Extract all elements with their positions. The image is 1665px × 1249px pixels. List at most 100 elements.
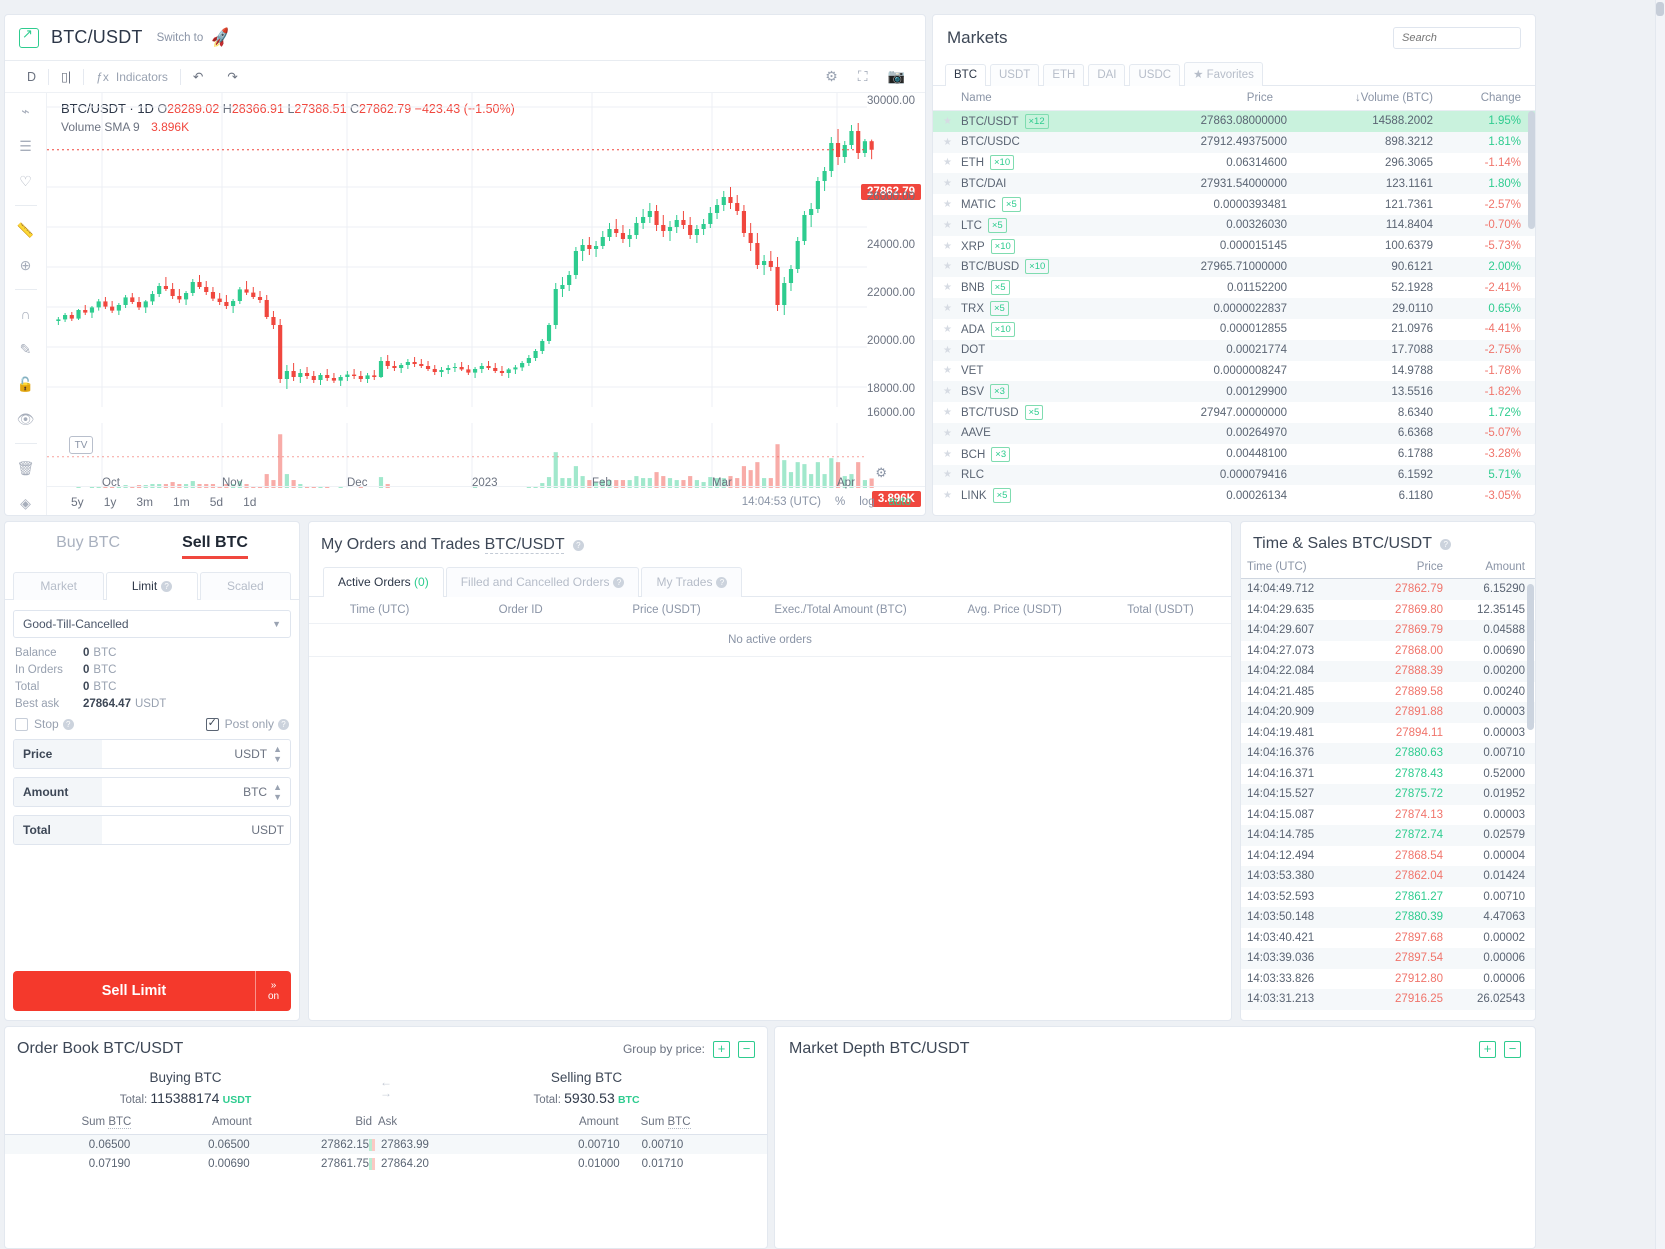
chart-settings-gear-icon[interactable]: ⚙ [875,465,887,481]
favorite-star-icon[interactable]: ★ [943,261,957,272]
eye-off-icon[interactable]: 👁 [14,407,38,431]
column-change[interactable]: Change [1439,92,1521,104]
camera-icon[interactable]: 📷 [888,68,905,85]
sliders-icon[interactable]: ☰ [14,134,38,158]
market-row[interactable]: ★ ETH ×10 0.06314600 296.3065 -1.14% [933,153,1535,174]
scrollbar-thumb[interactable] [1656,2,1664,16]
stop-help-icon[interactable]: ? [62,718,74,730]
amount-field[interactable]: Amount BTC ▲ ▼ [13,777,291,807]
favorite-star-icon[interactable]: ★ [943,345,957,356]
market-row[interactable]: ★ BSV ×3 0.00129900 13.5516 -1.82% [933,381,1535,403]
market-row[interactable]: ★ BCH ×3 0.00448100 6.1788 -3.28% [933,444,1535,465]
price-field[interactable]: Price USDT ▲ ▼ [13,739,291,769]
range-1y[interactable]: 1y [94,495,127,509]
indicators-button[interactable]: ƒx Indicators [84,70,180,84]
market-row[interactable]: ★ BTC/DAI 27931.54000000 123.1161 1.80% [933,173,1535,195]
market-row[interactable]: ★ LINK ×5 0.00026134 6.1180 -3.05% [933,485,1535,503]
markets-tab-eth[interactable]: ETH [1043,64,1085,86]
unlock-icon[interactable]: 🔓 [14,372,38,396]
submit-toggle[interactable]: » on [255,971,291,1011]
plus-icon[interactable]: + [1479,1040,1496,1058]
market-row[interactable]: ★ ADA ×10 0.000012855 21.0976 -4.41% [933,319,1535,340]
column-name[interactable]: Name [943,92,1123,104]
market-row[interactable]: ★ XRP ×10 0.000015145 100.6379 -5.73% [933,236,1535,257]
favorite-star-icon[interactable]: ★ [943,490,957,501]
heart-icon[interactable]: ♡ [14,169,38,193]
order-type-market[interactable]: Market [13,572,105,600]
markets-tab-usdc[interactable]: USDC [1129,64,1181,86]
redo-icon[interactable]: ↷ [215,69,249,84]
orders-tab-filled[interactable]: Filled and Cancelled Orders? [445,567,640,597]
favorite-star-icon[interactable]: ★ [943,449,957,460]
tab-buy[interactable]: Buy BTC [56,534,120,559]
amount-stepper[interactable]: ▲ ▼ [273,782,290,802]
markets-tab-dai[interactable]: DAI [1088,64,1126,86]
column-price[interactable]: Price [1123,92,1273,104]
favorite-star-icon[interactable]: ★ [943,386,957,397]
price-stepper[interactable]: ▲ ▼ [273,744,290,764]
market-row[interactable]: ★ BTC/USDT ×12 27863.08000000 14588.2002 1.95… [933,111,1535,132]
favorite-star-icon[interactable]: ★ [943,220,957,231]
plus-icon[interactable]: + [713,1040,730,1058]
markets-tab-usdt[interactable]: USDT [990,64,1040,86]
swap-arrows-icon[interactable]: ← → [366,1070,406,1106]
range-3m[interactable]: 3m [126,495,163,509]
scrollbar[interactable] [1528,111,1535,229]
favorite-star-icon[interactable]: ★ [943,178,957,189]
market-row[interactable]: ★ MATIC ×5 0.0000393481 121.7361 -2.57% [933,194,1535,215]
market-row[interactable]: ★ TRX ×5 0.0000022837 29.0110 0.65% [933,298,1535,319]
column-volume[interactable]: ↓Volume (BTC) [1273,92,1439,104]
interval-selector[interactable]: D [15,70,48,84]
order-book-row[interactable]: 0.07190 0.00690 27861.75 27864.20 0.01000 0.0… [5,1154,767,1173]
market-row[interactable]: ★ RLC 0.000079416 6.1592 5.71% [933,464,1535,486]
time-sales-help-icon[interactable]: ? [1440,539,1452,550]
zoom-in-icon[interactable]: ⊕ [14,253,38,277]
order-type-scaled[interactable]: Scaled [199,572,291,600]
market-row[interactable]: ★ BTC/BUSD ×10 27965.71000000 90.6121 2.00% [933,256,1535,278]
favorite-star-icon[interactable]: ★ [943,324,957,335]
orders-tab-my[interactable]: My Trades? [641,567,743,597]
fullscreen-icon[interactable]: ⛶ [858,68,868,85]
market-row[interactable]: ★ AAVE 0.00264970 6.6368 -5.07% [933,422,1535,444]
stop-checkbox[interactable] [15,717,28,731]
sell-limit-button[interactable]: Sell Limit » on [13,971,291,1011]
layers-icon[interactable]: ◈ [14,491,38,515]
orders-tab-active[interactable]: Active Orders (0) [323,567,444,597]
scrollbar[interactable] [1527,584,1534,730]
auto-scale-button[interactable]: auto [889,496,911,508]
favorite-star-icon[interactable]: ★ [943,407,957,418]
market-row[interactable]: ★ DOT 0.00021774 17.7088 -2.75% [933,339,1535,361]
favorite-star-icon[interactable]: ★ [943,282,957,293]
trash-icon[interactable]: 🗑 [14,456,38,480]
favorite-star-icon[interactable]: ★ [943,365,957,376]
range-5d[interactable]: 5d [200,495,233,509]
favorite-star-icon[interactable]: ★ [943,303,957,314]
candlestick-icon[interactable]: ▯| [49,69,83,84]
order-book-row[interactable]: 0.06500 0.06500 27862.15 27863.99 0.00710 0.0… [5,1135,767,1154]
order-type-limit[interactable]: Limit? [106,572,198,600]
market-row[interactable]: ★ BTC/TUSD ×5 27947.00000000 8.6340 1.72% [933,402,1535,423]
log-scale-button[interactable]: log [859,496,874,508]
ruler-icon[interactable]: 📏 [14,218,38,242]
external-link-icon[interactable] [19,26,39,48]
undo-icon[interactable]: ↶ [181,69,215,84]
percent-scale-button[interactable]: % [835,496,845,508]
post-only-checkbox[interactable] [205,716,219,731]
range-1d[interactable]: 1d [233,495,266,509]
time-in-force-select[interactable]: Good-Till-Cancelled ▼ [13,610,291,638]
favorite-star-icon[interactable]: ★ [943,241,957,252]
orders-help-icon[interactable]: ? [572,540,584,551]
markets-tab-btc[interactable]: BTC [945,64,986,86]
market-row[interactable]: ★ BNB ×5 0.01152200 52.1928 -2.41% [933,277,1535,298]
favorite-star-icon[interactable]: ★ [943,199,957,210]
magnet-icon[interactable]: ∩ [14,302,38,326]
search-input[interactable] [1393,27,1521,49]
crosshair-icon[interactable]: ⌁ [14,99,38,123]
range-1m[interactable]: 1m [163,495,200,509]
page-scrollbar[interactable] [1655,0,1665,1249]
market-row[interactable]: ★ BTC/USDC 27912.49375000 898.3212 1.81% [933,131,1535,153]
favorite-star-icon[interactable]: ★ [943,157,957,168]
favorite-star-icon[interactable]: ★ [943,428,957,439]
market-row[interactable]: ★ VET 0.0000008247 14.9788 -1.78% [933,361,1535,382]
range-5y[interactable]: 5y [61,495,94,509]
